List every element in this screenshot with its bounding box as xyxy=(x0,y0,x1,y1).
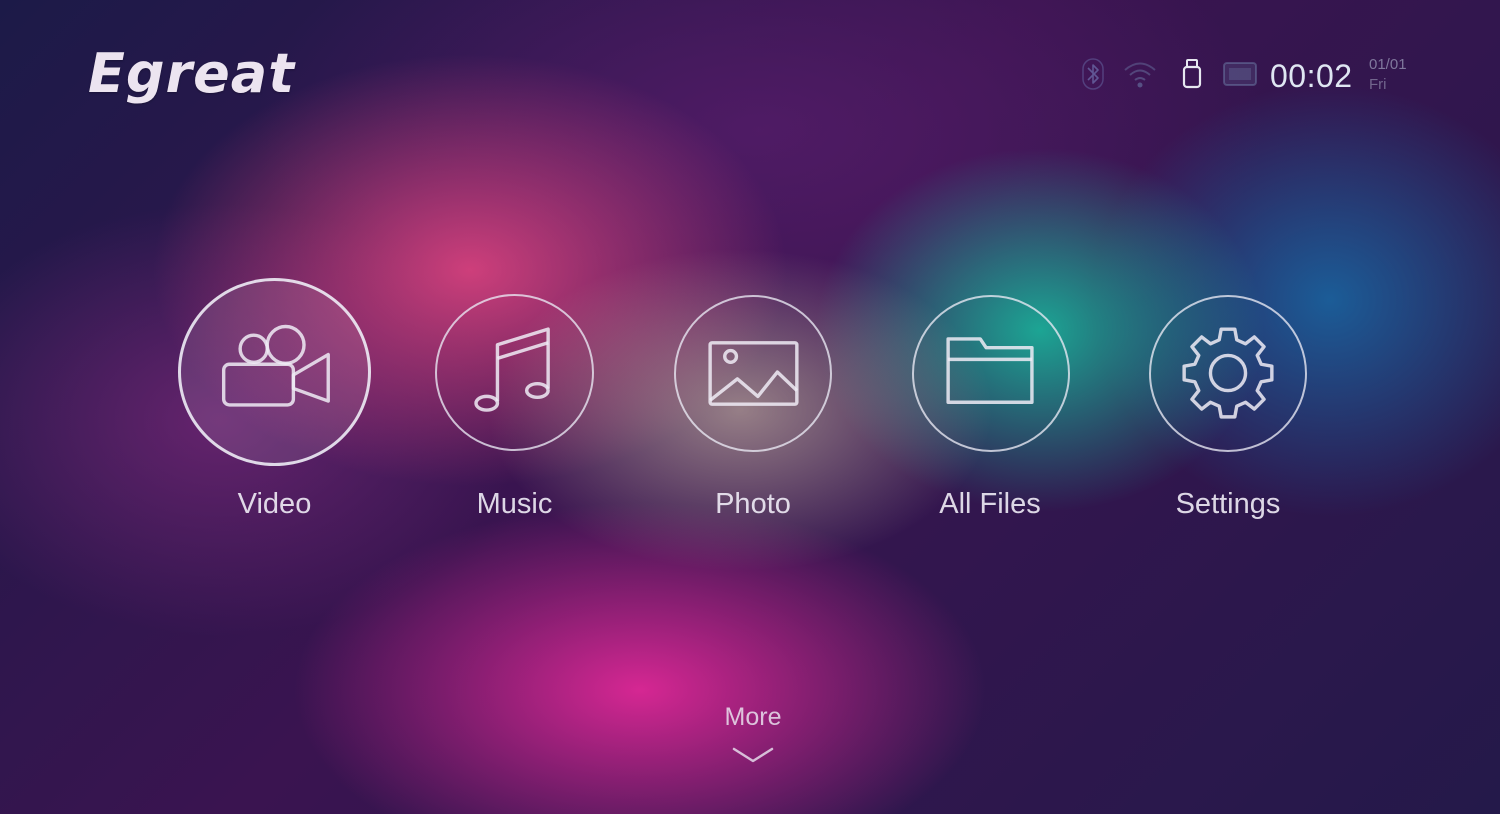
display-icon xyxy=(1222,58,1258,90)
clock-date: 01/01 xyxy=(1369,56,1407,73)
video-circle xyxy=(178,278,371,466)
settings-circle xyxy=(1149,295,1307,452)
menu-item-photo[interactable]: Photo xyxy=(674,295,832,528)
video-camera-icon xyxy=(221,324,330,407)
clock-weekday: Fri xyxy=(1369,76,1387,93)
status-bar: 00:02 01/01 Fri xyxy=(1078,52,1428,98)
photo-circle xyxy=(674,295,832,452)
menu-item-settings[interactable]: Settings xyxy=(1148,295,1308,528)
menu-item-music[interactable]: Music xyxy=(435,294,594,528)
music-note-icon xyxy=(474,327,550,412)
video-label: Video xyxy=(237,488,312,520)
chevron-down-icon xyxy=(732,746,774,769)
music-label: Music xyxy=(476,488,553,520)
more-label: More xyxy=(724,703,782,731)
menu-item-all-files[interactable]: All Files xyxy=(910,295,1070,528)
settings-label: Settings xyxy=(1175,488,1281,520)
all-files-circle xyxy=(912,295,1070,452)
photo-icon xyxy=(708,341,799,406)
usb-drive-icon xyxy=(1182,58,1202,90)
folder-icon xyxy=(946,337,1034,404)
photo-label: Photo xyxy=(715,488,791,520)
music-circle xyxy=(435,294,594,451)
all-files-label: All Files xyxy=(939,488,1041,520)
brand-logo: Egreat xyxy=(88,42,296,105)
gear-icon xyxy=(1182,327,1274,419)
bluetooth-icon xyxy=(1082,58,1104,90)
clock-time: 00:02 xyxy=(1270,58,1353,94)
more-button[interactable]: More xyxy=(700,700,806,774)
home-screen: Egreat 00:02 01/01 Fri Video Music Photo… xyxy=(0,0,1500,814)
wifi-icon xyxy=(1122,58,1158,90)
menu-item-video[interactable]: Video xyxy=(178,278,371,528)
